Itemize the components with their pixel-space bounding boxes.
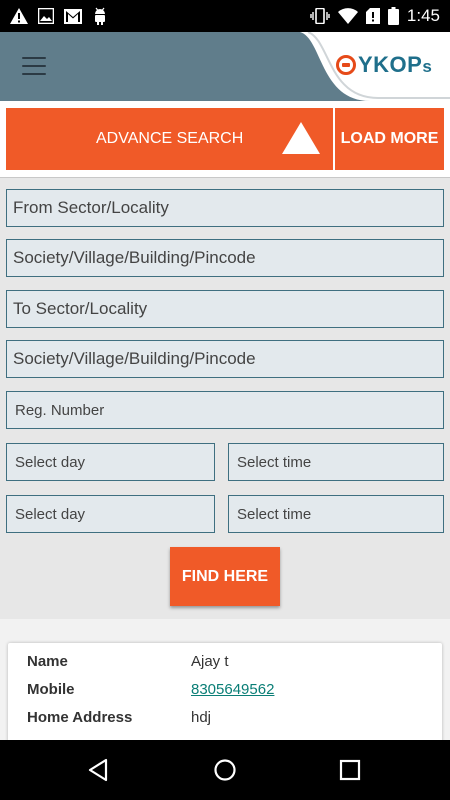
- advance-search-label: ADVANCE SEARCH: [96, 130, 244, 147]
- clock: 1:45: [406, 6, 440, 25]
- mobile-link[interactable]: 8305649562: [191, 681, 274, 698]
- to-locality-input[interactable]: To Sector/Locality: [6, 290, 444, 328]
- back-icon[interactable]: [84, 755, 114, 785]
- android-icon: [95, 7, 105, 25]
- home-address-label: Home Address: [27, 709, 133, 726]
- recents-icon[interactable]: [335, 755, 365, 785]
- load-more-button[interactable]: LOAD MORE: [335, 108, 444, 170]
- reg-number-input[interactable]: Reg. Number: [6, 391, 444, 429]
- select-time-field-1[interactable]: Select time: [228, 443, 444, 481]
- navigation-bar: [0, 740, 450, 800]
- home-address-value: hdj: [191, 709, 212, 726]
- result-card[interactable]: Name Ajay t Mobile 8305649562 Home Addre…: [8, 643, 442, 753]
- select-day-field-2[interactable]: Select day: [6, 495, 215, 533]
- no-sim-icon: [365, 8, 380, 24]
- mobile-label: Mobile: [27, 681, 75, 698]
- action-row: ADVANCE SEARCH LOAD MORE: [0, 101, 450, 178]
- collapse-arrow-icon[interactable]: [282, 122, 320, 154]
- app-logo: YKOPs: [336, 52, 432, 78]
- app-bar: YKOPs: [0, 32, 450, 101]
- find-here-button[interactable]: FIND HERE: [170, 547, 280, 606]
- search-form: From Sector/Locality Society/Village/Bui…: [0, 178, 450, 619]
- advance-search-button[interactable]: ADVANCE SEARCH: [6, 108, 333, 170]
- logo-text: YKOP: [358, 52, 423, 77]
- notification-icons: [10, 7, 108, 25]
- gmail-icon: [64, 8, 82, 24]
- logo-suffix: s: [422, 57, 433, 76]
- vibrate-icon: [310, 8, 330, 24]
- logo-mark-icon: [336, 55, 356, 75]
- select-time-field-2[interactable]: Select time: [228, 495, 444, 533]
- to-society-input[interactable]: Society/Village/Building/Pincode: [6, 340, 444, 378]
- name-value: Ajay t: [191, 653, 229, 670]
- alert-icon: [10, 8, 28, 24]
- battery-icon: [387, 7, 399, 25]
- from-locality-input[interactable]: From Sector/Locality: [6, 189, 444, 227]
- wifi-icon: [337, 8, 358, 24]
- status-bar: 1:45: [0, 0, 450, 32]
- menu-icon[interactable]: [20, 54, 48, 78]
- select-day-field-1[interactable]: Select day: [6, 443, 215, 481]
- system-icons: 1:45: [310, 6, 440, 26]
- name-label: Name: [27, 653, 68, 670]
- image-icon: [38, 8, 54, 24]
- from-society-input[interactable]: Society/Village/Building/Pincode: [6, 239, 444, 277]
- logo-area: YKOPs: [300, 32, 450, 101]
- home-icon[interactable]: [210, 755, 240, 785]
